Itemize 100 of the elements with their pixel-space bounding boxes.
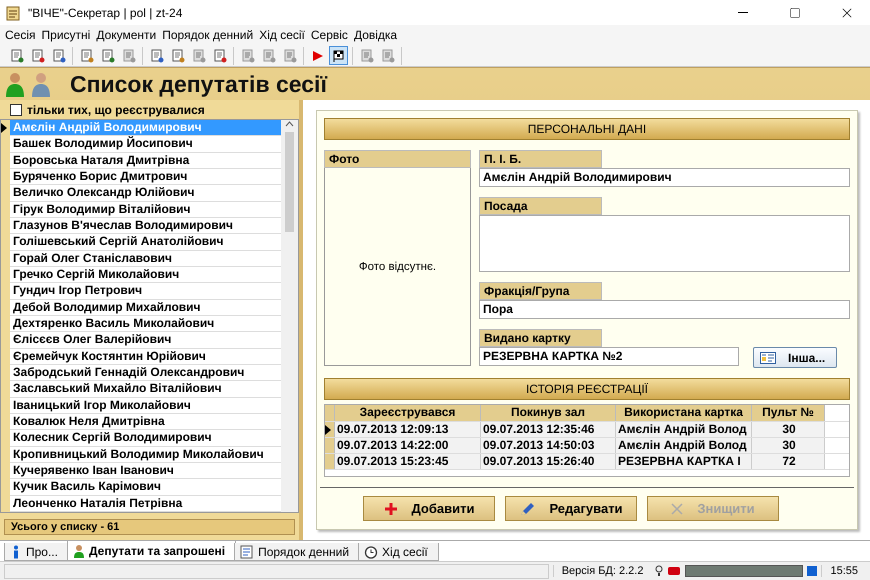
- person-icon: [4, 70, 26, 98]
- document-icon: [122, 48, 136, 62]
- column-header[interactable]: Пульт №: [752, 405, 825, 421]
- pen-icon: [519, 502, 536, 516]
- other-card-button[interactable]: Інша...: [753, 347, 837, 368]
- deputy-row[interactable]: Ковалюк Неля Дмитрівна: [10, 414, 281, 430]
- page-title: Список депутатів сесії: [70, 70, 327, 98]
- row-selector[interactable]: [325, 422, 335, 437]
- deputy-row[interactable]: Кропивницький Володимир Миколайович: [10, 446, 281, 463]
- document-icon: [282, 48, 296, 62]
- minimize-icon: [738, 12, 748, 13]
- app-icon: [6, 4, 22, 20]
- tab[interactable]: Хід сесії: [358, 543, 439, 561]
- column-header[interactable]: Покинув зал: [481, 405, 616, 421]
- document-icon: [80, 48, 94, 62]
- document-icon: [30, 48, 44, 62]
- column-header[interactable]: Зареєструвався: [335, 405, 481, 421]
- deputy-row[interactable]: Єлісєєв Олег Валерійович: [10, 332, 281, 349]
- document-icon: [380, 48, 394, 62]
- person-icon: [30, 70, 52, 98]
- person-icon: [72, 544, 85, 558]
- document-icon: [170, 48, 184, 62]
- deputy-row[interactable]: Гундич Ігор Петрович: [10, 283, 281, 300]
- deputy-row[interactable]: Заславський Михайло Віталійович: [10, 381, 281, 398]
- toolbar-button[interactable]: [329, 46, 348, 65]
- table-cell: 09.07.2013 15:23:45: [335, 454, 481, 469]
- indicator-icon: [807, 566, 818, 576]
- document-icon: [262, 48, 276, 62]
- deputy-row[interactable]: Горай Олег Станіславович: [10, 250, 281, 267]
- document-icon: [360, 48, 374, 62]
- scroll-thumb[interactable]: [285, 132, 294, 232]
- deputy-row[interactable]: Башек Володимир Йосипович: [10, 136, 281, 153]
- document-icon: [10, 48, 24, 62]
- field-label: Фракція/Група: [479, 282, 602, 300]
- menu-item[interactable]: Документи: [93, 28, 160, 42]
- card-icon: [760, 352, 776, 364]
- play-icon: [312, 50, 324, 62]
- table-cell: 09.07.2013 14:22:00: [335, 438, 481, 453]
- db-version: Версія БД: 2.2.2: [552, 565, 652, 577]
- table-cell: 09.07.2013 12:35:46: [481, 422, 616, 437]
- tab[interactable]: Порядок денний: [234, 543, 360, 561]
- deputy-row[interactable]: Гречко Сергій Миколайович: [10, 266, 281, 284]
- deputy-row[interactable]: Іваницький Ігор Миколайович: [10, 398, 281, 414]
- table-cell: 09.07.2013 12:09:13: [335, 422, 481, 437]
- field-label: Посада: [479, 197, 602, 215]
- add-button[interactable]: Добавити: [363, 496, 495, 521]
- column-header[interactable]: Використана картка: [616, 405, 752, 421]
- cross-icon: [671, 502, 684, 514]
- document-icon: [100, 48, 114, 62]
- deputy-row[interactable]: Леонченко Наталія Петрівна: [10, 496, 281, 512]
- table-cell: 09.07.2013 14:50:03: [481, 438, 616, 453]
- indicator-icon: [667, 566, 682, 576]
- document-icon: [240, 48, 254, 62]
- menu-item[interactable]: Сервіс: [308, 28, 351, 42]
- faction-field[interactable]: Пора: [479, 300, 850, 319]
- deputy-row[interactable]: Забродський Геннадій Олександрович: [10, 364, 281, 382]
- deputy-row[interactable]: Глазунов В'ячеслав Володимирович: [10, 218, 281, 234]
- deputy-row[interactable]: Дебой Володимир Михайлович: [10, 300, 281, 316]
- card-field[interactable]: РЕЗЕРВНА КАРТКА №2: [479, 347, 739, 366]
- header-corner: [325, 405, 335, 421]
- scroll-up-icon: [285, 120, 294, 128]
- menu-item[interactable]: Довідка: [350, 28, 400, 42]
- row-pointer-icon: [1, 123, 7, 134]
- table-cell: 09.07.2013 15:26:40: [481, 454, 616, 469]
- deputy-row[interactable]: Боровська Наталя Дмитрівна: [10, 152, 281, 169]
- document-icon: [52, 48, 66, 62]
- scrollbar[interactable]: [281, 120, 298, 512]
- checkbox-label: тільки тих, що реєструвалися: [27, 102, 205, 116]
- name-field[interactable]: Амєлін Андрій Володимирович: [479, 168, 850, 187]
- deputy-row[interactable]: Дехтяренко Василь Миколайович: [10, 316, 281, 332]
- maximize-icon: [789, 6, 801, 18]
- menu-item[interactable]: Порядок денний: [159, 28, 256, 42]
- deputy-row[interactable]: Кучик Василь Карімович: [10, 479, 281, 496]
- window-title: "ВІЧЕ"-Секретар | pol | zt-24: [28, 6, 184, 20]
- bulb-icon: [655, 565, 664, 577]
- table-cell: 30: [752, 438, 825, 453]
- menu-item[interactable]: Сесія: [2, 28, 39, 42]
- no-photo-message: Фото відсутнє.: [358, 260, 436, 272]
- filter-checkbox[interactable]: [10, 104, 22, 116]
- deputy-row[interactable]: Голішевський Сергій Анатолійович: [10, 234, 281, 251]
- table-cell: РЕЗЕРВНА КАРТКА І: [616, 454, 752, 469]
- menu-item[interactable]: Присутні: [38, 28, 94, 42]
- deputy-row[interactable]: Єремейчук Костянтин Юрійович: [10, 348, 281, 365]
- tab[interactable]: Про...: [4, 543, 69, 561]
- field-label: Видано картку: [479, 329, 602, 347]
- document-icon: [150, 48, 164, 62]
- edit-button[interactable]: Редагувати: [505, 496, 637, 521]
- position-field[interactable]: [479, 215, 850, 272]
- deputy-row[interactable]: Величко Олександр Юлійович: [10, 185, 281, 202]
- flag-icon: [332, 48, 346, 62]
- document-icon: [192, 48, 206, 62]
- deputy-row[interactable]: Буряченко Борис Дмитрович: [10, 168, 281, 186]
- deputy-row[interactable]: Колесник Сергій Володимирович: [10, 430, 281, 447]
- clock-icon: [364, 544, 378, 558]
- deputy-row[interactable]: Гірук Володимир Віталійович: [10, 202, 281, 218]
- deputy-row[interactable]: Кучерявенко Іван Іванович: [10, 462, 281, 480]
- table-cell: 30: [752, 422, 825, 437]
- tab[interactable]: Депутати та запрошені: [66, 541, 236, 561]
- table-cell: 72: [752, 454, 825, 469]
- menu-item[interactable]: Хід сесії: [256, 28, 308, 42]
